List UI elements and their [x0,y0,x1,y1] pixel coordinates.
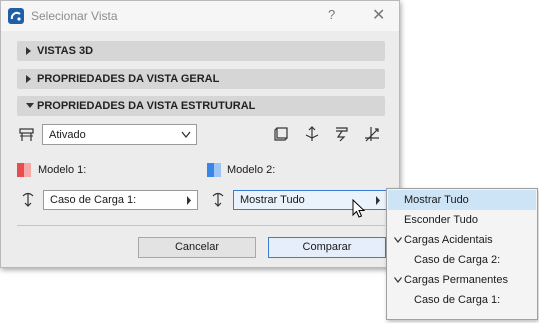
select-view-dialog: Selecionar Vista ? ✕ VISTAS 3D PROPRIEDA… [0,0,400,268]
menu-item-hide-all[interactable]: Esconder Tudo [388,210,536,230]
menu-item-show-all-label: Mostrar Tudo [404,194,469,206]
menu-item-accidental-loads-label: Cargas Acidentais [404,234,493,246]
load-filter-menu: Mostrar Tudo Esconder Tudo Cargas Aciden… [386,188,538,320]
menu-item-hide-all-label: Esconder Tudo [404,214,478,226]
menu-item-load-case-1[interactable]: Caso de Carga 1: [388,290,536,310]
chevron-down-icon [394,277,402,283]
chevron-down-icon [181,131,191,139]
state-dropdown-value: Ativado [49,129,86,141]
structural-view-icon [19,128,34,141]
divider [17,225,385,226]
model1-label: Modelo 1: [38,164,87,176]
model2-load-dropdown-value: Mostrar Tudo [240,194,305,206]
section-3d-views-label: VISTAS 3D [37,45,94,57]
model2-color-swatch [207,163,221,177]
collapsed-arrow-icon [26,47,31,55]
chevron-right-icon [187,196,191,205]
model1-load-dropdown-value: Caso de Carga 1: [50,194,137,206]
cancel-button[interactable]: Cancelar [138,237,256,258]
close-button[interactable]: ✕ [372,5,385,25]
menu-item-accidental-loads[interactable]: Cargas Acidentais [388,230,536,250]
model1-load-dropdown[interactable]: Caso de Carga 1: [43,190,198,210]
menu-item-show-all[interactable]: Mostrar Tudo [388,190,536,210]
axis-move-icon[interactable] [303,125,321,143]
section-structural-properties-label: PROPRIEDADES DA VISTA ESTRUTURAL [37,100,256,112]
chevron-down-icon [394,237,402,243]
model2-label: Modelo 2: [227,164,276,176]
menu-item-load-case-1-label: Caso de Carga 1: [414,294,501,306]
section-3d-views[interactable]: VISTAS 3D [17,41,385,61]
expanded-arrow-icon [26,103,34,108]
collapsed-arrow-icon [26,75,31,83]
cube-view-icon[interactable] [273,125,291,143]
compare-button[interactable]: Comparar [268,237,386,258]
title-bar: Selecionar Vista ? ✕ [1,1,399,31]
menu-item-load-case-2-label: Caso de Carga 2: [414,254,501,266]
model1-color-swatch [17,163,31,177]
menu-item-load-case-2[interactable]: Caso de Carga 2: [388,250,536,270]
load-pattern-icon[interactable] [333,125,351,143]
load-case-icon [22,192,34,207]
mouse-cursor-icon [352,199,366,218]
coordinate-axes-icon[interactable] [363,125,381,143]
window-title: Selecionar Vista [31,9,118,23]
menu-item-permanent-loads[interactable]: Cargas Permanentes [388,270,536,290]
state-dropdown[interactable]: Ativado [42,124,197,145]
section-structural-properties[interactable]: PROPRIEDADES DA VISTA ESTRUTURAL [17,96,385,116]
help-button[interactable]: ? [328,7,335,22]
menu-item-permanent-loads-label: Cargas Permanentes [404,274,508,286]
chevron-right-icon [376,196,380,205]
section-general-properties[interactable]: PROPRIEDADES DA VISTA GERAL [17,69,385,89]
app-icon [8,8,24,24]
load-case-icon [212,192,224,207]
section-general-properties-label: PROPRIEDADES DA VISTA GERAL [37,73,220,85]
